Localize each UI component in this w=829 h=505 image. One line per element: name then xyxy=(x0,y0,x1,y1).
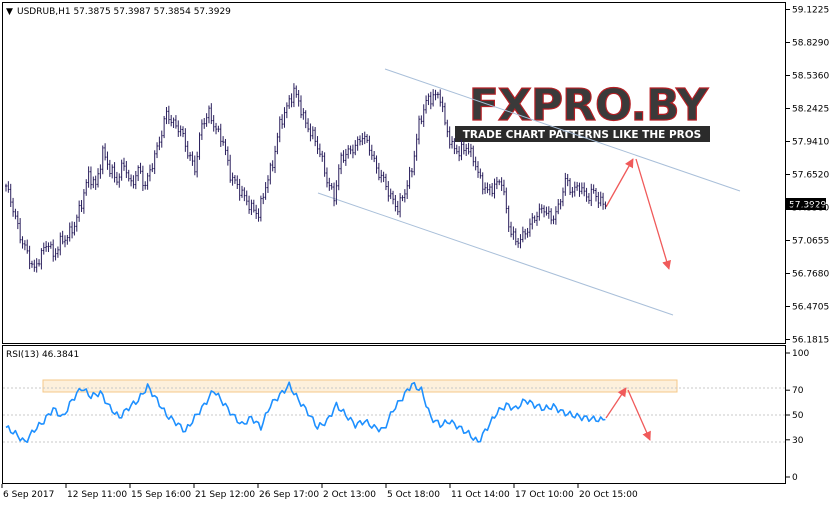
y-tick-label: 56.7680 xyxy=(792,270,829,280)
rsi-y-axis: 100 70 50 30 0 xyxy=(786,349,809,483)
rsi-y-tick-label: 30 xyxy=(792,436,804,446)
y-tick-label: 58.5360 xyxy=(792,72,829,82)
y-tick-label: 56.4705 xyxy=(792,303,829,313)
chart-canvas: FXPRO.BY TRADE CHART PATTERNS LIKE THE P… xyxy=(1,2,829,500)
x-tick-label: 11 Oct 14:00 xyxy=(451,490,510,500)
y-tick-label: 59.1225 xyxy=(792,6,829,16)
main-header-arrow[interactable]: ▼ xyxy=(6,7,13,17)
y-tick-label: 57.3580 xyxy=(792,204,829,214)
main-header: USDRUB,H1 57.3875 57.3987 57.3854 57.392… xyxy=(17,7,231,17)
y-tick-label: 57.6520 xyxy=(792,171,829,181)
rsi-y-tick-label: 0 xyxy=(792,473,798,483)
x-tick-label: 12 Sep 11:00 xyxy=(67,490,127,500)
x-tick-label: 20 Oct 15:00 xyxy=(579,490,638,500)
rsi-header: RSI(13) 46.3841 xyxy=(6,350,79,360)
x-tick-label: 21 Sep 12:00 xyxy=(195,490,255,500)
x-tick-label: 5 Oct 18:00 xyxy=(387,490,440,500)
x-tick-label: 15 Sep 16:00 xyxy=(131,490,191,500)
logo-subtitle: TRADE CHART PATTERNS LIKE THE PROS xyxy=(463,129,701,141)
main-pane xyxy=(2,2,786,344)
rsi-zone-band xyxy=(42,379,678,393)
y-tick-label: 57.9410 xyxy=(792,138,829,148)
rsi-y-tick-label: 70 xyxy=(792,386,804,396)
x-tick-label: 17 Oct 10:00 xyxy=(515,490,574,500)
time-axis: 6 Sep 2017 12 Sep 11:00 15 Sep 16:00 21 Sep… xyxy=(1,484,638,500)
x-tick-label: 2 Oct 13:00 xyxy=(323,490,376,500)
y-tick-label: 58.8290 xyxy=(792,39,829,49)
x-tick-label: 26 Sep 17:00 xyxy=(259,490,319,500)
y-tick-label: 57.0655 xyxy=(792,237,829,247)
y-tick-label: 56.1815 xyxy=(792,336,829,346)
main-y-axis: 59.1225 58.8290 58.5360 58.2425 57.9410 57.65… xyxy=(786,6,829,346)
fxpro-logo: FXPRO.BY TRADE CHART PATTERNS LIKE THE P… xyxy=(455,78,720,144)
y-tick-label: 58.2425 xyxy=(792,105,829,115)
rsi-y-tick-label: 50 xyxy=(792,411,804,421)
logo-title: FXPRO.BY xyxy=(469,80,709,131)
x-tick-label: 6 Sep 2017 xyxy=(3,490,54,500)
rsi-y-tick-label: 100 xyxy=(792,349,809,359)
